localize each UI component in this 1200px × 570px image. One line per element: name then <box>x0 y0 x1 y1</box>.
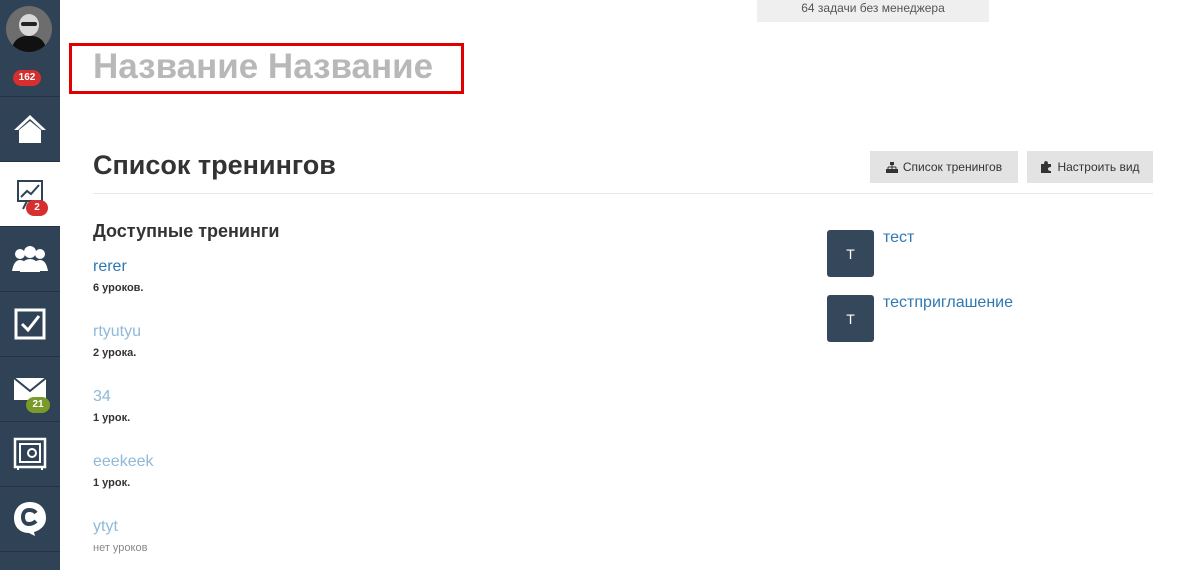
sidebar-item-users[interactable] <box>0 227 60 292</box>
sidebar-item-chat[interactable] <box>0 487 60 552</box>
invite-avatar[interactable]: Т <box>827 230 874 277</box>
training-link[interactable]: rerer <box>93 257 143 277</box>
sidebar-item-tasks[interactable] <box>0 292 60 357</box>
training-item: 34 1 урок. <box>93 387 130 426</box>
training-item: eeekeek 1 урок. <box>93 452 154 491</box>
notifications-badge[interactable]: 162 <box>13 70 41 86</box>
invite-link[interactable]: тест <box>883 229 914 247</box>
training-lesson-count: 6 уроков. <box>93 282 144 294</box>
sitemap-icon <box>885 161 898 173</box>
training-link[interactable]: 34 <box>93 387 130 407</box>
puzzle-icon <box>1041 161 1052 173</box>
sidebar: 162 2 21 <box>0 0 60 570</box>
trainings-badge: 2 <box>26 200 48 216</box>
unassigned-tasks-banner[interactable]: 64 задачи без менеджера <box>757 0 989 22</box>
training-lesson-count: 2 урока. <box>93 347 137 359</box>
training-lesson-count: нет уроков <box>93 542 148 554</box>
training-lesson-count: 1 урок. <box>93 477 131 489</box>
page-title: Название Название <box>93 47 434 86</box>
training-item: ytyt нет уроков <box>93 517 147 556</box>
avatar[interactable] <box>6 6 52 52</box>
avatar-area: 162 <box>0 0 60 97</box>
training-item: rtyutyu 2 урока. <box>93 322 141 361</box>
training-lesson-count: 1 урок. <box>93 412 131 424</box>
section-divider <box>93 193 1153 194</box>
sidebar-item-safe[interactable] <box>0 422 60 487</box>
mail-badge: 21 <box>26 397 50 413</box>
invite-avatar[interactable]: Т <box>827 295 874 342</box>
users-icon <box>12 246 48 272</box>
available-trainings-title: Доступные тренинги <box>93 221 280 241</box>
safe-icon <box>13 437 47 470</box>
training-item: rerer 6 уроков. <box>93 257 143 296</box>
training-link[interactable]: eeekeek <box>93 452 154 472</box>
training-list-button[interactable]: Список тренингов <box>870 151 1018 183</box>
customize-view-button-label: Настроить вид <box>1057 160 1140 174</box>
sidebar-item-mail[interactable]: 21 <box>0 357 60 422</box>
sidebar-item-home[interactable] <box>0 97 60 162</box>
training-link[interactable]: ytyt <box>93 517 147 537</box>
sidebar-item-trainings[interactable]: 2 <box>0 162 60 227</box>
training-link[interactable]: rtyutyu <box>93 322 141 342</box>
section-title: Список тренингов <box>93 150 336 180</box>
invite-link[interactable]: тестприглашение <box>883 294 1013 312</box>
customize-view-button[interactable]: Настроить вид <box>1027 151 1153 183</box>
chat-icon <box>14 502 46 536</box>
training-list-button-label: Список тренингов <box>902 160 1003 174</box>
home-icon <box>14 115 46 143</box>
tasks-checkbox-icon <box>14 308 46 340</box>
